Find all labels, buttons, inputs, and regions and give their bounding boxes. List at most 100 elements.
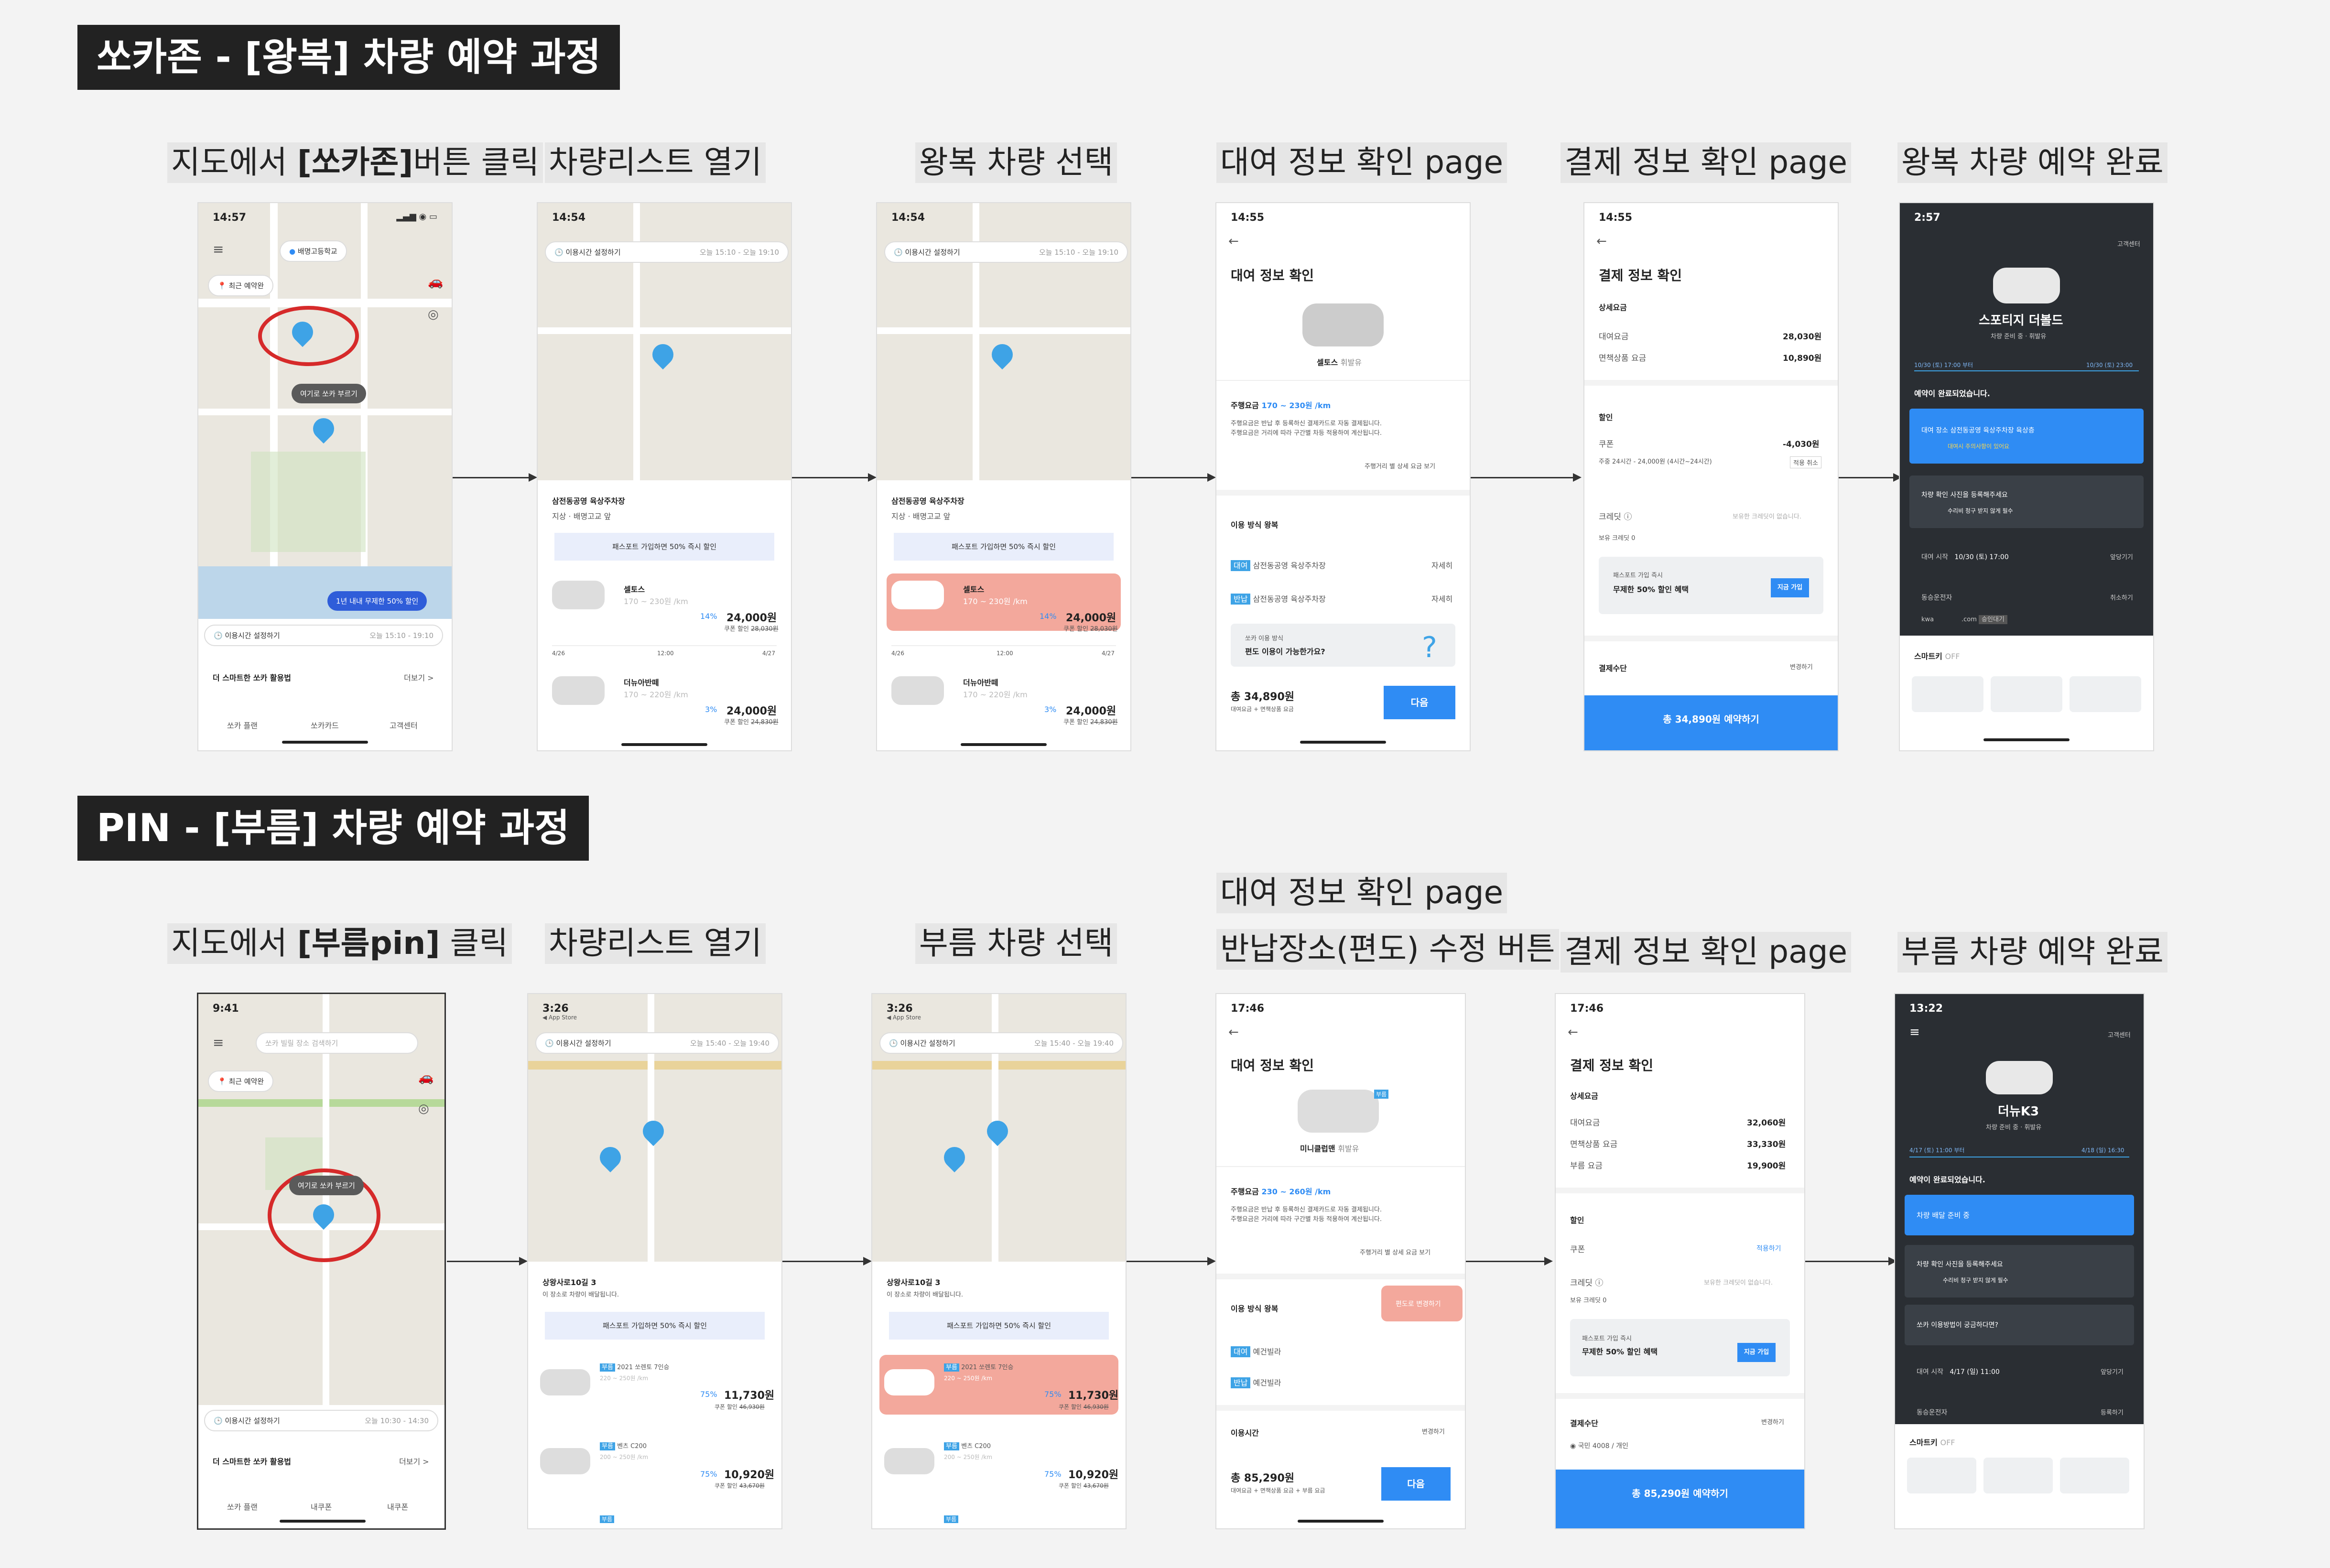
fee-detail-link[interactable]: 주행거리 별 상세 요금 보기 — [1365, 461, 1435, 470]
step-label-2-1: 지도에서 [부름pin] 클릭 — [167, 923, 512, 964]
car-name: 부름 2021 쏘렌토 7인승 — [600, 1362, 669, 1372]
next-button[interactable]: 다음 — [1381, 1467, 1451, 1501]
fee-detail-link[interactable]: 주행거리 별 상세 요금 보기 — [1360, 1247, 1431, 1256]
car-image[interactable] — [552, 581, 605, 609]
car-image[interactable] — [540, 1448, 590, 1474]
flow-arrow — [1126, 1257, 1216, 1265]
phone-rental-info-oneway: 17:46 ← 대여 정보 확인 부름 미니클럽맨 휘발유 주행요금 230 ~… — [1216, 994, 1465, 1528]
promo-pill[interactable]: 1년 내내 무제한 50% 할인 — [327, 591, 427, 611]
change-payment-link[interactable]: 변경하기 — [1761, 1417, 1784, 1426]
unlock-button[interactable] — [2060, 1458, 2129, 1493]
discount: 3% — [705, 705, 717, 714]
flow-arrow — [791, 473, 877, 482]
passport-banner[interactable]: 패스포트 가입하면 50% 즉시 할인 — [894, 533, 1114, 561]
car-image[interactable] — [891, 676, 944, 705]
car-check-card[interactable] — [1909, 476, 2144, 528]
locate-icon[interactable]: ◎ — [428, 307, 439, 322]
place-name: 삼전동공영 육상주차장 — [552, 497, 625, 506]
car-icon[interactable]: 🚗 — [418, 1071, 433, 1085]
search-bar[interactable]: 쏘카 빌릴 장소 검색하기 — [256, 1032, 418, 1054]
call-here-pill[interactable]: 여기로 쏘카 부르기 — [292, 384, 366, 403]
place-name: 삼전동공영 육상주차장 — [891, 497, 965, 506]
car-image[interactable] — [552, 676, 605, 705]
page-title: 대여 정보 확인 — [1231, 1058, 1314, 1073]
status-time: 13:22 — [1909, 1003, 1943, 1015]
help-link[interactable]: 고객센터 — [2117, 239, 2140, 248]
smartkey-button[interactable] — [1912, 676, 1983, 712]
coupon-value: -4,030원 — [1783, 440, 1820, 449]
status-time: 3:26 — [887, 1003, 913, 1015]
passport-join-button[interactable]: 지금 가입 — [1737, 1343, 1776, 1362]
status-time: 3:26 — [542, 1003, 569, 1015]
time-setting-button[interactable]: 🕒 이용시간 설정하기 오늘 15:40 - 오늘 19:40 — [879, 1032, 1123, 1054]
lock-button[interactable] — [1991, 676, 2062, 712]
back-icon[interactable]: ← — [1228, 234, 1239, 249]
cancel-link[interactable]: 취소하기 — [2110, 593, 2133, 602]
icon-label-1[interactable]: 쏘카 플랜 — [227, 719, 258, 731]
status-time: 14:55 — [1599, 212, 1633, 224]
time-setting-button[interactable]: 🕒 이용시간 설정하기 오늘 10:30 - 14:30 — [204, 1410, 438, 1431]
recent-button[interactable]: 📍 최근 예약완 — [208, 1071, 274, 1092]
passport-join-button[interactable]: 지금 가입 — [1771, 578, 1809, 597]
timeline — [891, 645, 1116, 646]
unlock-button[interactable] — [2070, 676, 2141, 712]
passport-banner[interactable]: 패스포트 가입하면 50% 즉시 할인 — [554, 533, 774, 561]
next-button[interactable]: 다음 — [1384, 686, 1455, 719]
section-title-roundtrip: 쏘카존 - [왕복] 차량 예약 과정 — [77, 25, 620, 90]
back-icon[interactable]: ← — [1228, 1025, 1239, 1039]
help-link[interactable]: 고객센터 — [2108, 1030, 2131, 1039]
icon-label-2[interactable]: 내쿠폰 — [311, 1501, 332, 1512]
icon-label-1[interactable]: 쏘카 플랜 — [227, 1501, 258, 1512]
app-store-link[interactable]: ◀ App Store — [887, 1014, 921, 1021]
search-bar[interactable]: ● 배명고등학교 — [280, 240, 347, 262]
more-link[interactable]: 더보기 > — [404, 671, 434, 683]
rent-location-card[interactable] — [1909, 409, 2144, 464]
car-check-card[interactable] — [1905, 1245, 2134, 1298]
icon-label-3[interactable]: 내쿠폰 — [387, 1501, 408, 1512]
car-icon[interactable]: 🚗 — [428, 275, 443, 289]
car-image[interactable] — [884, 1448, 934, 1474]
lock-button[interactable] — [1983, 1458, 2053, 1493]
passport-banner[interactable]: 패스포트 가입하면 50% 즉시 할인 — [545, 1312, 765, 1340]
more-link[interactable]: 더보기 > — [399, 1455, 429, 1467]
smartkey-button[interactable] — [1907, 1458, 1976, 1493]
car-image[interactable] — [891, 581, 944, 609]
change-time-link[interactable]: 변경하기 — [1422, 1427, 1445, 1436]
recent-button[interactable]: 📍 최근 예약완 — [208, 275, 274, 296]
register-link[interactable]: 등록하기 — [2101, 1407, 2124, 1417]
coupon-cancel-button[interactable]: 적용 취소 — [1790, 456, 1821, 468]
menu-icon[interactable]: ≡ — [213, 241, 224, 257]
back-icon[interactable]: ← — [1596, 234, 1607, 249]
detail-link[interactable]: 자세히 — [1431, 559, 1452, 571]
change-payment-link[interactable]: 변경하기 — [1790, 662, 1813, 671]
call-here-pill[interactable]: 여기로 쏘카 부르기 — [289, 1176, 364, 1195]
map[interactable] — [198, 203, 452, 619]
car-image — [1986, 1061, 2053, 1094]
status-time: 17:46 — [1231, 1003, 1265, 1015]
back-icon[interactable]: ← — [1568, 1025, 1578, 1039]
status-time: 17:46 — [1570, 1003, 1604, 1015]
price: 24,000원 — [726, 705, 777, 717]
time-setting-button[interactable]: 🕒 이용시간 설정하기 오늘 15:10 - 19:10 — [204, 625, 443, 646]
advance-link[interactable]: 앞당기기 — [2110, 552, 2133, 561]
locate-icon[interactable]: ◎ — [418, 1102, 429, 1116]
icon-label-2[interactable]: 쏘카카드 — [311, 719, 339, 731]
icon-label-3[interactable]: 고객센터 — [390, 719, 418, 731]
coupon-apply-link[interactable]: 적용하기 — [1756, 1244, 1781, 1253]
menu-icon[interactable]: ≡ — [1909, 1025, 1920, 1039]
reserve-button[interactable]: 총 85,290원 예약하기 — [1556, 1470, 1804, 1528]
passport-banner[interactable]: 패스포트 가입하면 50% 즉시 할인 — [889, 1312, 1109, 1340]
car-image[interactable] — [540, 1369, 590, 1395]
reserve-button[interactable]: 총 34,890원 예약하기 — [1584, 695, 1838, 750]
car-name: 부름 벤츠 C200 — [600, 1441, 647, 1450]
detail-link[interactable]: 자세히 — [1431, 593, 1452, 604]
advance-link[interactable]: 앞당기기 — [2101, 1367, 2124, 1376]
price: 24,000원 — [1066, 705, 1116, 717]
time-setting-button[interactable]: 🕒 이용시간 설정하기 오늘 15:40 - 오늘 19:40 — [535, 1032, 779, 1054]
step-label-1-4: 대여 정보 확인 page — [1216, 142, 1507, 183]
time-setting-button[interactable]: 🕒 이용시간 설정하기 오늘 15:10 - 오늘 19:10 — [545, 241, 789, 263]
menu-icon[interactable]: ≡ — [213, 1035, 224, 1050]
car-image[interactable] — [884, 1369, 934, 1395]
app-store-link[interactable]: ◀ App Store — [542, 1014, 577, 1021]
time-setting-button[interactable]: 🕒 이용시간 설정하기 오늘 15:10 - 오늘 19:10 — [884, 241, 1128, 263]
